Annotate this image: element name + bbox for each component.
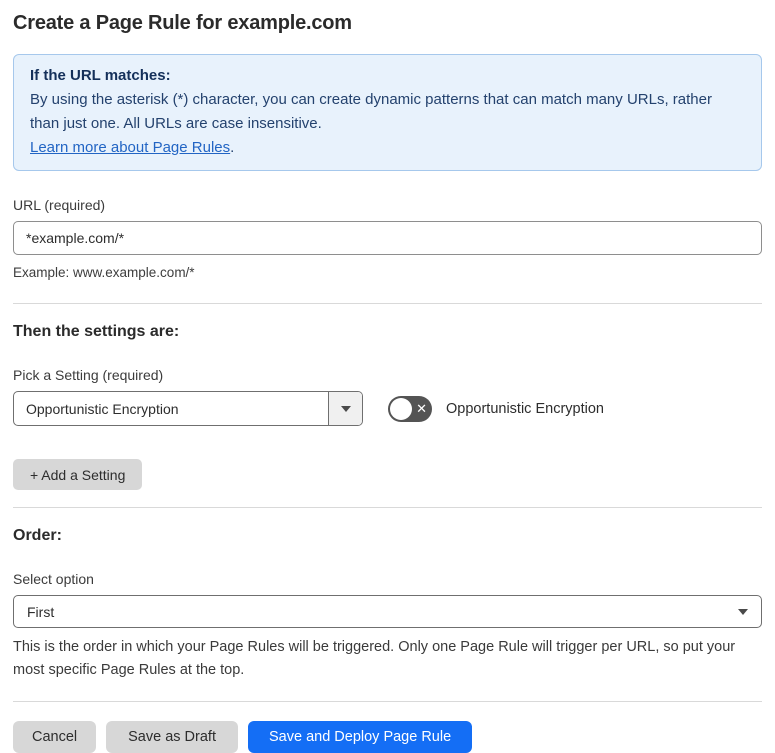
page-title: Create a Page Rule for example.com xyxy=(13,12,352,34)
info-box-body: By using the asterisk (*) character, you… xyxy=(30,91,712,132)
toggle-label: Opportunistic Encryption xyxy=(446,400,604,417)
learn-more-link[interactable]: Learn more about Page Rules xyxy=(30,139,230,156)
chevron-down-icon xyxy=(340,405,351,412)
toggle-off-x-icon: ✕ xyxy=(416,401,427,416)
settings-section-heading: Then the settings are: xyxy=(13,323,180,340)
url-example-help: Example: www.example.com/* xyxy=(13,265,195,280)
order-select[interactable]: First xyxy=(13,595,762,628)
divider xyxy=(13,701,762,702)
order-select-value: First xyxy=(27,603,55,620)
save-as-draft-button[interactable]: Save as Draft xyxy=(106,721,238,753)
info-box-link-line: Learn more about Page Rules. xyxy=(30,136,745,160)
order-section-heading: Order: xyxy=(13,527,62,544)
save-and-deploy-button[interactable]: Save and Deploy Page Rule xyxy=(247,721,473,753)
setting-dropdown-button[interactable] xyxy=(328,392,362,425)
page-rule-form: Create a Page Rule for example.com If th… xyxy=(0,0,775,753)
url-input[interactable] xyxy=(13,221,762,255)
pick-setting-label: Pick a Setting (required) xyxy=(13,367,164,383)
cancel-button[interactable]: Cancel xyxy=(13,721,97,753)
setting-dropdown-value: Opportunistic Encryption xyxy=(26,400,179,417)
order-help-text: This is the order in which your Page Rul… xyxy=(13,639,736,678)
setting-row: Opportunistic Encryption ✕ Opportunistic… xyxy=(13,391,762,426)
add-setting-button[interactable]: + Add a Setting xyxy=(13,459,143,490)
setting-dropdown[interactable]: Opportunistic Encryption xyxy=(13,391,363,426)
toggle-knob xyxy=(390,397,412,420)
url-match-info-box: If the URL matches: By using the asteris… xyxy=(13,54,762,171)
url-field-label: URL (required) xyxy=(13,197,106,213)
info-box-heading: If the URL matches: xyxy=(30,67,171,84)
divider xyxy=(13,303,762,304)
opportunistic-encryption-toggle[interactable]: ✕ xyxy=(388,395,432,422)
divider xyxy=(13,507,762,508)
chevron-down-icon xyxy=(738,608,748,615)
link-suffix: . xyxy=(230,139,235,156)
order-select-label: Select option xyxy=(13,571,94,587)
footer-actions: Cancel Save as Draft Save and Deploy Pag… xyxy=(13,721,762,753)
